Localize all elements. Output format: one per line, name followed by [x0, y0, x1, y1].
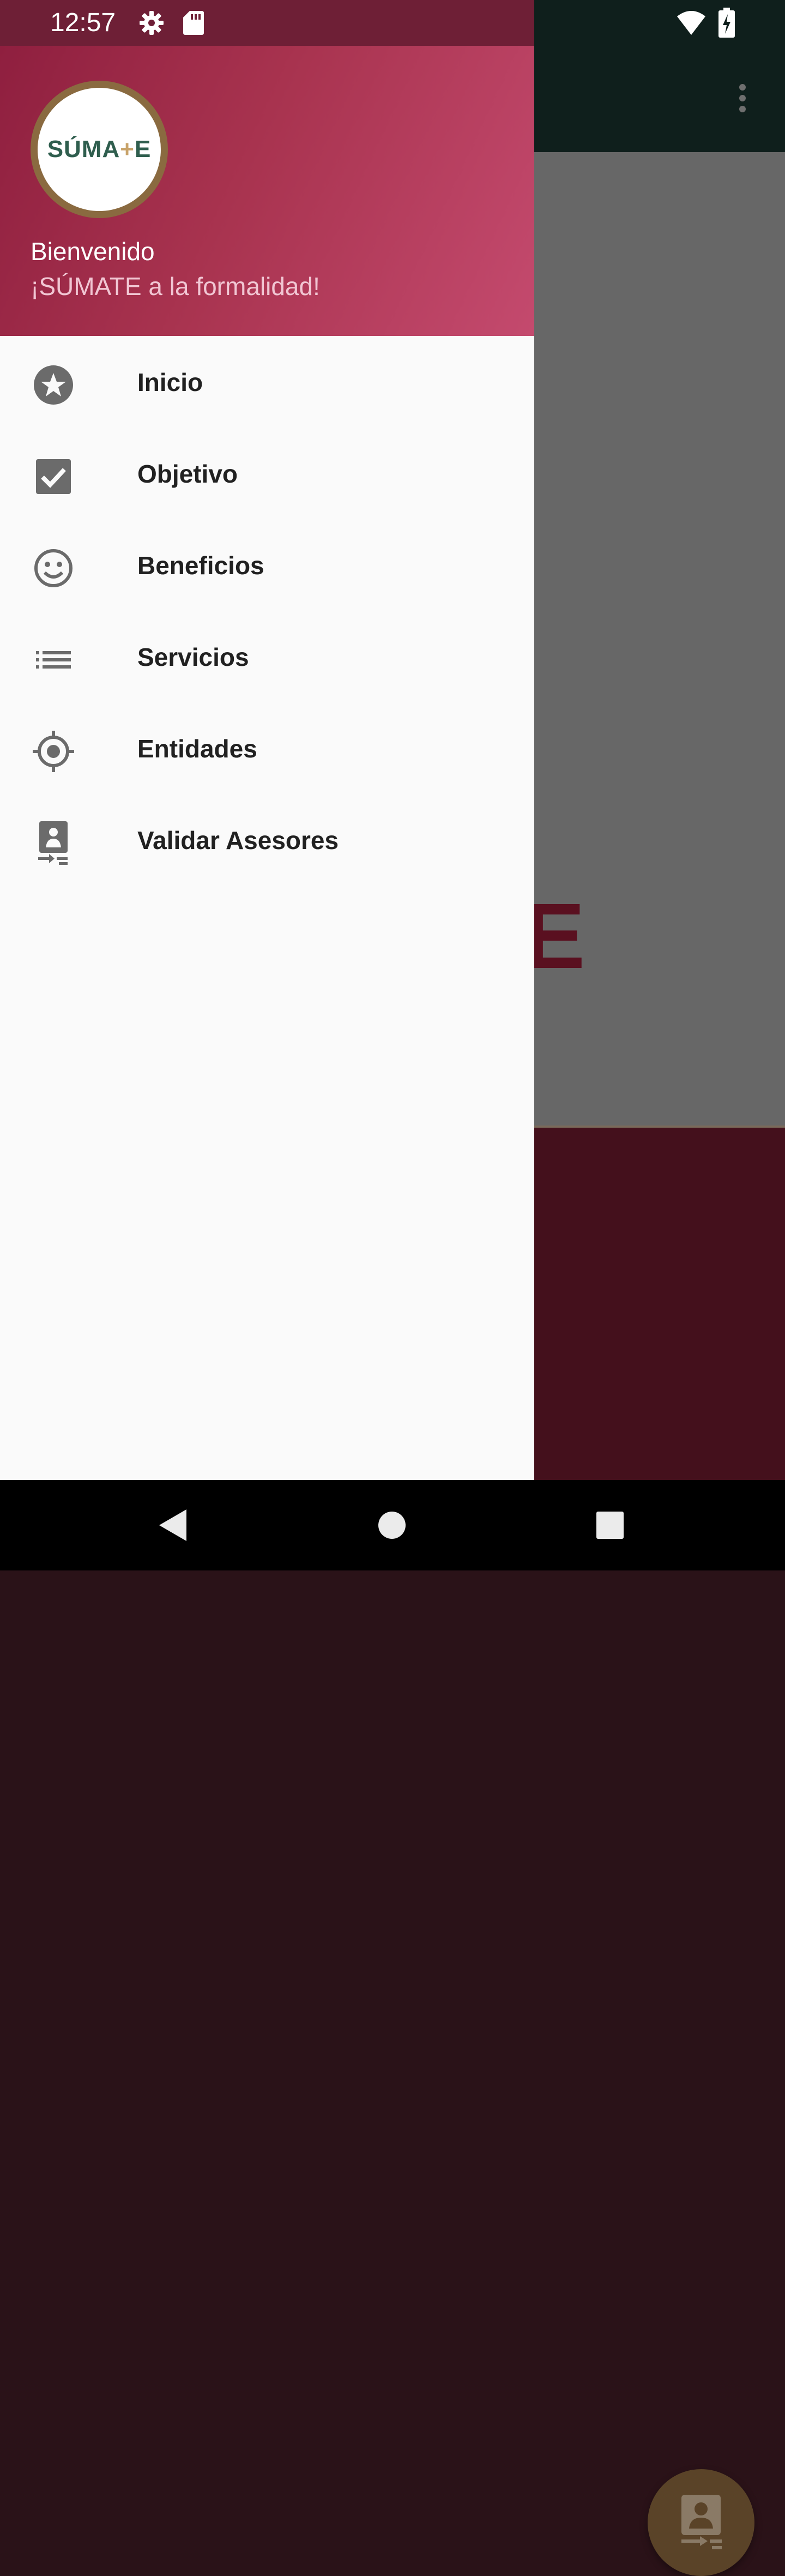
app-logo-inner: SÚMA+E	[38, 88, 161, 211]
navigation-drawer: SÚMA+E Bienvenido ¡SÚMATE a la formalida…	[0, 46, 534, 1480]
gear-icon	[140, 11, 164, 35]
app-logo: SÚMA+E	[31, 81, 168, 218]
system-navigation-bar	[0, 1480, 785, 1570]
more-vert-icon[interactable]	[728, 76, 757, 120]
drawer-header: SÚMA+E Bienvenido ¡SÚMATE a la formalida…	[0, 46, 534, 336]
validate-advisor-icon	[38, 821, 68, 865]
validate-advisor-fab[interactable]	[648, 2469, 754, 2576]
status-clock: 12:57	[50, 8, 116, 37]
menu-item-objetivo[interactable]: Objetivo	[0, 428, 534, 519]
menu-item-label: Beneficios	[137, 551, 264, 580]
menu-item-label: Servicios	[137, 643, 249, 671]
recents-icon[interactable]	[591, 1506, 629, 1544]
menu-item-label: Objetivo	[137, 460, 238, 488]
tagline-text: ¡SÚMATE a la formalidad!	[31, 272, 320, 300]
status-bar-right	[534, 0, 785, 46]
status-bar: 12:57	[0, 0, 785, 46]
target-icon	[33, 731, 74, 772]
wifi-icon	[677, 11, 705, 35]
battery-charging-icon	[718, 8, 735, 38]
validate-advisor-icon	[681, 2495, 722, 2549]
logo-text-left: SÚMA	[47, 136, 120, 162]
logo-text: SÚMA+E	[47, 136, 152, 163]
back-icon[interactable]	[154, 1506, 192, 1544]
menu-item-inicio[interactable]: Inicio	[0, 336, 534, 428]
sd-card-icon	[183, 11, 204, 35]
menu-item-entidades[interactable]: Entidades	[0, 702, 534, 794]
menu-item-validar-asesores[interactable]: Validar Asesores	[0, 794, 534, 886]
list-icon	[36, 651, 71, 669]
menu-item-servicios[interactable]: Servicios	[0, 611, 534, 702]
logo-plus: +	[120, 136, 135, 162]
logo-text-right: E	[134, 136, 152, 162]
menu-item-label: Validar Asesores	[137, 826, 339, 854]
menu-item-label: Entidades	[137, 735, 257, 763]
checkbox-icon	[36, 459, 71, 494]
star-icon	[34, 365, 73, 405]
welcome-text: Bienvenido	[31, 237, 155, 266]
menu-item-beneficios[interactable]: Beneficios	[0, 519, 534, 611]
home-icon[interactable]	[373, 1506, 411, 1544]
smiley-icon	[34, 549, 73, 587]
menu-item-label: Inicio	[137, 368, 203, 396]
